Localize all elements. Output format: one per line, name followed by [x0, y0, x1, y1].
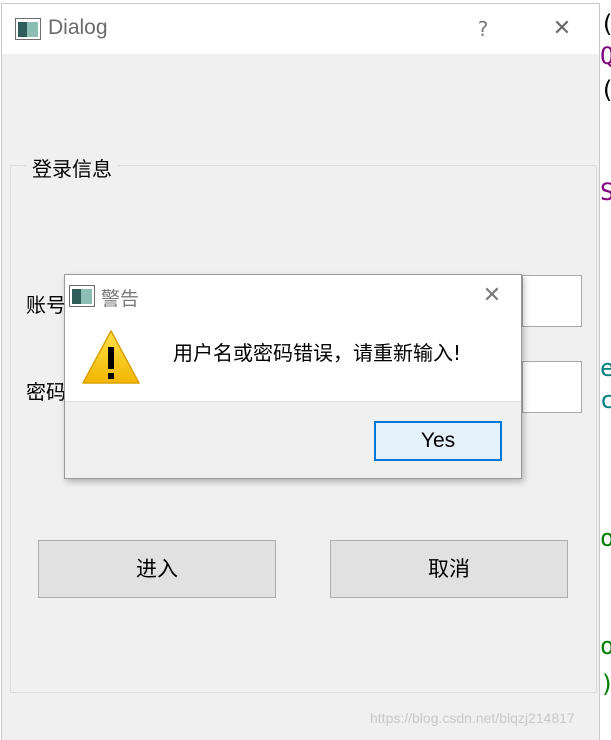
warning-message-box: 警告 ✕ 用户名或密码错误，请重新输入! Yes [64, 274, 522, 479]
warning-icon [82, 330, 140, 384]
password-input[interactable] [522, 361, 582, 413]
app-icon [69, 285, 95, 307]
watermark: https://blog.csdn.net/blqzj214817 [370, 710, 575, 726]
groupbox-title: 登录信息 [26, 153, 118, 182]
message-title: 警告 [101, 288, 140, 310]
app-icon [15, 18, 41, 40]
help-button[interactable]: ? [468, 14, 498, 44]
message-close-button[interactable]: ✕ [477, 280, 507, 312]
window-title: Dialog [48, 16, 108, 39]
code-fragment: o [600, 632, 611, 660]
code-fragment: ) [600, 668, 611, 700]
code-fragment: Q [600, 42, 611, 70]
code-fragment: ( [600, 8, 611, 40]
enter-button[interactable]: 进入 [38, 540, 276, 598]
message-text: 用户名或密码错误，请重新输入! [173, 341, 462, 365]
password-label: 密码 [26, 380, 66, 404]
close-button[interactable]: ✕ [547, 12, 577, 46]
code-fragment: e [600, 354, 611, 382]
code-fragment: o [600, 524, 611, 552]
message-title-bar[interactable]: 警告 ✕ [65, 275, 521, 317]
code-fragment: S [600, 178, 611, 206]
background-editor: ( Q ( S e c o o ) [600, 0, 611, 740]
account-input[interactable] [522, 275, 582, 327]
message-body: 用户名或密码错误，请重新输入! [65, 317, 521, 402]
cancel-button[interactable]: 取消 [330, 540, 568, 598]
yes-button[interactable]: Yes [374, 421, 502, 461]
account-label: 账号 [26, 293, 66, 317]
code-fragment: c [600, 386, 611, 414]
code-fragment: ( [600, 74, 611, 106]
title-bar[interactable]: Dialog ? ✕ [2, 4, 599, 54]
